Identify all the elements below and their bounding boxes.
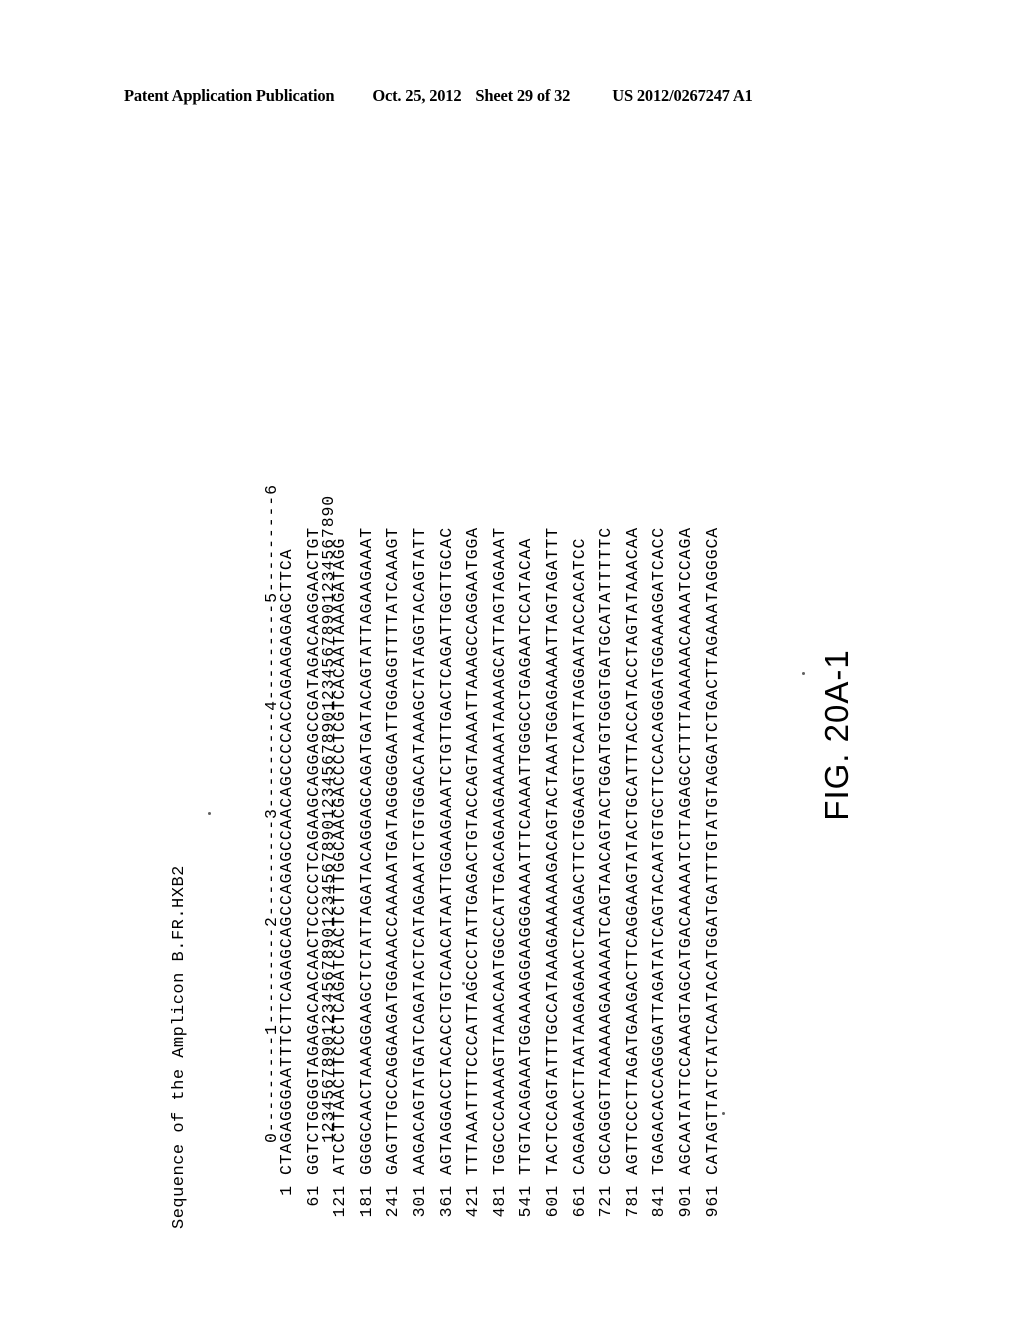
sequence-bases: GGTCTGGGGTAGAGACAACAACTCCCCCTCAGAAGCAGGA… bbox=[303, 526, 323, 1175]
sequence-position-label: 301 bbox=[409, 1185, 429, 1218]
sequence-position-label: 841 bbox=[649, 1185, 669, 1218]
sequence-row: 1 CTAGAGGGAATTTCTTCAGAGCAGCCAGAGCCAACAGCC… bbox=[274, 527, 301, 1229]
sequence-position-label: 781 bbox=[622, 1185, 642, 1218]
rotated-figure-container: Sequence of the Amplicon B.FR.HXB2 0----… bbox=[162, 235, 862, 1235]
figure-title: Sequence of the Amplicon B.FR.HXB2 bbox=[170, 865, 189, 1229]
sequence-row: 961 CATAGTTATCTATCAATACATGGATGATTTGTATGTA… bbox=[700, 527, 727, 1229]
sequence-row: 121 ATCCTTAACTTCCCTCAGATCACTCTTTGGCAACGAC… bbox=[327, 527, 354, 1229]
sequence-bases: TTTAAATTTTCCCATTAGCCCTATTGAGACTGTACCAGTA… bbox=[463, 526, 483, 1175]
sequence-row: 781 AGTTCCCTTAGATGAAGACTTCAGGAAGTATACTGCA… bbox=[620, 527, 647, 1229]
sequence-position-label: 481 bbox=[489, 1185, 509, 1218]
sequence-row: 841 TGAGACACCAGGGATTAGATATCAGTACAATGTGCTT… bbox=[646, 527, 673, 1229]
scan-speck bbox=[208, 812, 211, 815]
sequence-bases: AGCAATATTCCAAAGTAGCATGACAAAAATCTTAGAGCCT… bbox=[675, 526, 695, 1175]
sequence-position-label: 961 bbox=[702, 1185, 722, 1218]
scan-speck bbox=[722, 1112, 725, 1115]
sequence-position-label: 421 bbox=[463, 1185, 483, 1218]
sequence-row: 241 GAGTTTGCCAGGAAGATGGAAACCAAAAATGATAGGG… bbox=[380, 527, 407, 1229]
sequence-bases: CGCAGGGTTAAAAAAGAAAAAATCAGTAACAGTACTGGAT… bbox=[596, 526, 616, 1175]
sequence-position-label: 181 bbox=[356, 1185, 376, 1218]
sequence-position-label: 661 bbox=[569, 1185, 589, 1218]
sequence-bases: AAGACAGTATGATCAGATACTCATAGAAATCTGTGGACAT… bbox=[409, 526, 429, 1175]
sequence-position-label: 61 bbox=[303, 1185, 323, 1207]
sequence-bases: GGGGCAACTAAAGGAAGCTCTATTAGATACAGGAGCAGAT… bbox=[356, 526, 376, 1175]
page-header: Patent Application Publication Oct. 25, … bbox=[124, 86, 904, 106]
header-publication-label: Patent Application Publication bbox=[124, 86, 335, 105]
sequence-row: 661 CAGAGAACTTAATAAGAGAACTCAAGACTTCTGGAAG… bbox=[567, 527, 594, 1229]
sequence-row: 361 AGTAGGACCTACACCTGTCAACATAATTGGAAGAAAT… bbox=[434, 527, 461, 1229]
scan-speck bbox=[462, 982, 465, 985]
header-sheet-number: Sheet 29 of 32 bbox=[475, 86, 571, 105]
sequence-bases: CATAGTTATCTATCAATACATGGATGATTTGTATGTAGGA… bbox=[702, 526, 722, 1175]
sequence-bases: ATCCTTAACTTCCCTCAGATCACTCTTTGGCAACGACCCC… bbox=[330, 537, 350, 1175]
sequence-position-label: 901 bbox=[675, 1185, 695, 1218]
sequence-position-label: 241 bbox=[383, 1185, 403, 1218]
header-date: Oct. 25, 2012 bbox=[372, 86, 462, 105]
figure-stage: Sequence of the Amplicon B.FR.HXB2 0----… bbox=[0, 150, 1024, 1320]
sequence-row: 181 GGGGCAACTAAAGGAAGCTCTATTAGATACAGGAGCA… bbox=[354, 527, 381, 1229]
sequence-bases: GAGTTTGCCAGGAAGATGGAAACCAAAAATGATAGGGGGA… bbox=[383, 526, 403, 1175]
sequence-position-label: 121 bbox=[330, 1185, 350, 1218]
figure-content: Sequence of the Amplicon B.FR.HXB2 0----… bbox=[162, 235, 862, 1235]
sequence-row: 721 CGCAGGGTTAAAAAAGAAAAAATCAGTAACAGTACTG… bbox=[593, 527, 620, 1229]
header-patent-number: US 2012/0267247 A1 bbox=[612, 86, 753, 105]
sequence-position-label: 541 bbox=[516, 1185, 536, 1218]
sequence-position-label: 601 bbox=[542, 1185, 562, 1218]
sequence-bases: TACTCCAGTATTTGCCATAAAGAAAAAAGACAGTACTAAA… bbox=[542, 526, 562, 1175]
sequence-row: 601 TACTCCAGTATTTGCCATAAAGAAAAAAGACAGTACT… bbox=[540, 527, 567, 1229]
sequence-bases: TTGTACAGAAATGGAAAAGGAAGGGAAAATTTCAAAATTG… bbox=[516, 537, 536, 1175]
sequence-bases: TGAGACACCAGGGATTAGATATCAGTACAATGTGCTTCCA… bbox=[649, 526, 669, 1175]
sequence-bases: AGTTCCCTTAGATGAAGACTTCAGGAAGTATACTGCATTT… bbox=[622, 526, 642, 1175]
sequence-row: 61 GGTCTGGGGTAGAGACAACAACTCCCCCTCAGAAGCAG… bbox=[301, 527, 328, 1229]
sequence-row: 481 TGGCCCAAAAGTTAAACAATGGCCATTGACAGAAGAA… bbox=[487, 527, 514, 1229]
sequence-row: 421 TTTAAATTTTCCCATTAGCCCTATTGAGACTGTACCA… bbox=[460, 527, 487, 1229]
sequence-position-label: 1 bbox=[277, 1185, 296, 1196]
sequence-listing: 1 CTAGAGGGAATTTCTTCAGAGCAGCCAGAGCCAACAGCC… bbox=[274, 527, 726, 1229]
sequence-position-label: 721 bbox=[596, 1185, 616, 1218]
sequence-bases: CTAGAGGGAATTTCTTCAGAGCAGCCAGAGCCAACAGCCC… bbox=[277, 548, 296, 1176]
scan-speck bbox=[802, 672, 805, 675]
figure-caption: FIG. 20A-1 bbox=[818, 649, 855, 821]
sequence-bases: CAGAGAACTTAATAAGAGAACTCAAGACTTCTGGAAGTTC… bbox=[569, 537, 589, 1175]
sequence-bases: AGTAGGACCTACACCTGTCAACATAATTGGAAGAAATCTG… bbox=[436, 526, 456, 1175]
sequence-row: 541 TTGTACAGAAATGGAAAAGGAAGGGAAAATTTCAAAA… bbox=[513, 527, 540, 1229]
sequence-bases: TGGCCCAAAAGTTAAACAATGGCCATTGACAGAAGAAAAA… bbox=[489, 526, 509, 1175]
sequence-position-label: 361 bbox=[436, 1185, 456, 1218]
sequence-row: 301 AAGACAGTATGATCAGATACTCATAGAAATCTGTGGA… bbox=[407, 527, 434, 1229]
sequence-row: 901 AGCAATATTCCAAAGTAGCATGACAAAAATCTTAGAG… bbox=[673, 527, 700, 1229]
